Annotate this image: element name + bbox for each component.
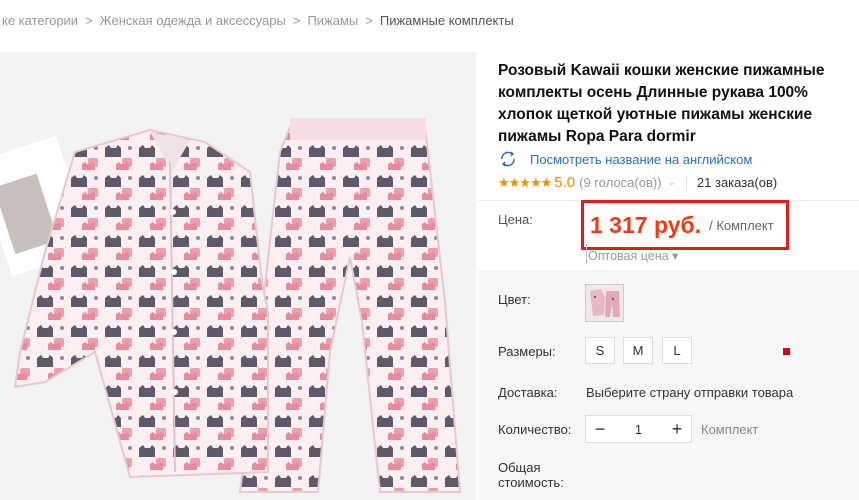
price-unit: / Комплект [709, 217, 774, 233]
total-cost-label-line: стоимость: [498, 475, 564, 490]
color-swatch-thumbnail [586, 285, 623, 321]
total-cost-label: Общая стоимость: [498, 460, 564, 490]
shipping-label: Доставка: [498, 385, 558, 400]
divider [685, 175, 687, 190]
breadcrumb-item-womens-clothing[interactable]: Женская одежда и аксессуары [100, 13, 286, 28]
rating-score: 5.0 [554, 174, 576, 191]
breadcrumb-separator: > [85, 12, 93, 28]
wholesale-price-dropdown[interactable]: Оптовая цена ▾ [588, 248, 678, 263]
rating-stars: ★★★★★ [498, 174, 552, 190]
quantity-input[interactable]: 1 [614, 422, 663, 437]
quantity-unit: Комплект [701, 422, 759, 437]
pajama-photo [0, 52, 476, 500]
size-option-l[interactable]: L [662, 337, 692, 364]
quantity-increment-button[interactable]: + [663, 416, 691, 442]
total-cost-label-line: Общая [498, 460, 541, 475]
price-value: 1 317 руб. [590, 211, 702, 238]
price-label: Цена: [498, 212, 533, 227]
color-label: Цвет: [498, 292, 531, 307]
rating-row: ★★★★★ 5.0 (9 голоса(ов)) ⌄ 21 заказа(ов) [498, 174, 777, 191]
product-image[interactable] [0, 52, 476, 500]
price-highlight-box: 1 317 руб. / Комплект [581, 200, 789, 250]
size-option-s[interactable]: S [585, 337, 615, 364]
product-title: Розовый Kawaii кошки женские пижамные ко… [498, 62, 825, 145]
breadcrumb-separator: > [292, 12, 301, 28]
chevron-down-icon[interactable]: ⌄ [668, 177, 676, 188]
shipping-country-selector[interactable]: Выберите страну отправки товара [586, 385, 793, 400]
breadcrumb-current: Пижамные комплекты [379, 12, 514, 28]
translate-title-link[interactable]: Посмотреть название на английском [498, 150, 752, 168]
breadcrumb: ке категории > Женская одежда и аксессуа… [0, 0, 859, 40]
quantity-decrement-button[interactable]: − [586, 416, 614, 442]
quantity-label: Количество: [498, 422, 572, 437]
orders-count: 21 заказа(ов) [696, 175, 778, 190]
breadcrumb-separator: > [365, 12, 373, 28]
product-info: Розовый Kawaii кошки женские пижамные ко… [478, 52, 859, 500]
divider [586, 244, 587, 264]
options-panel: Цвет: Размеры: S M L Доставка: Выберите … [478, 270, 859, 500]
translate-icon [501, 151, 515, 167]
translate-title-label[interactable]: Посмотреть название на английском [530, 152, 752, 167]
quantity-stepper: − 1 + [585, 415, 692, 443]
votes-link[interactable]: (9 голоса(ов)) [579, 175, 661, 190]
breadcrumb-item-pajamas[interactable]: Пижамы [307, 13, 358, 28]
breadcrumb-item-category[interactable]: ке категории [2, 13, 78, 28]
marker-dot [783, 348, 790, 355]
size-option-m[interactable]: M [623, 337, 653, 364]
color-swatch[interactable] [585, 284, 624, 322]
sizes-label: Размеры: [498, 344, 556, 359]
